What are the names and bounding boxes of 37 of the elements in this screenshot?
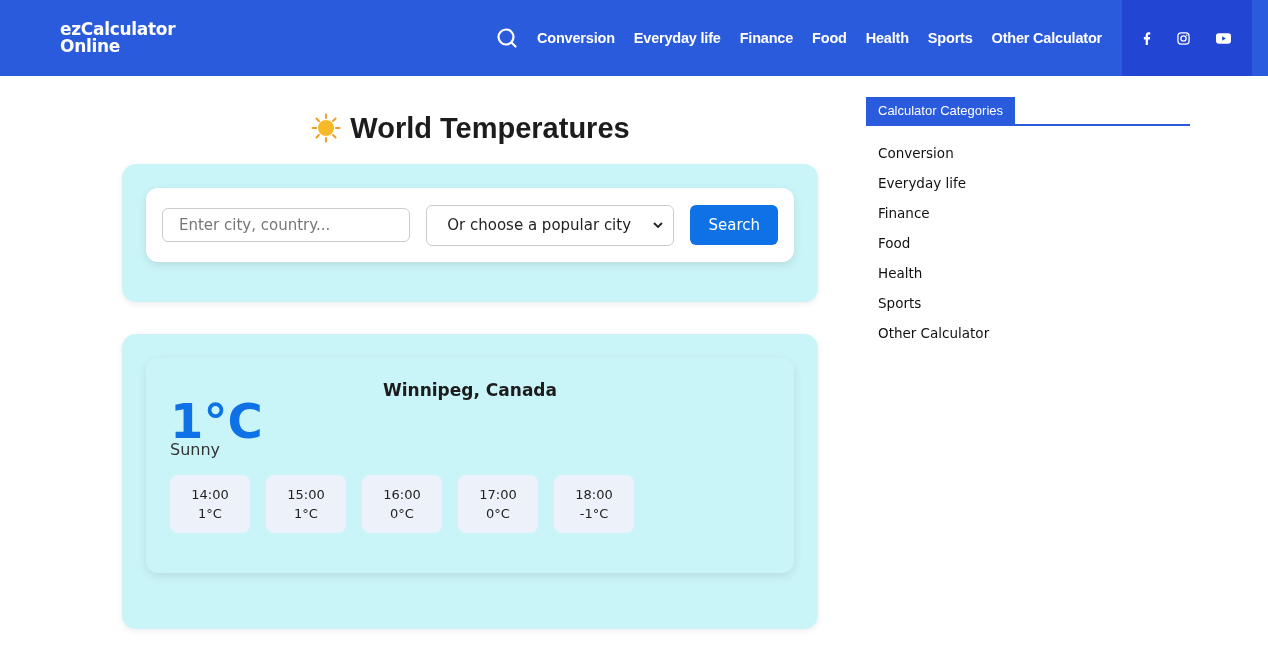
category-link[interactable]: Finance [866, 198, 942, 228]
forecast-time: 16:00 [383, 487, 421, 502]
forecast-temperature: 0°C [390, 506, 414, 521]
category-link[interactable]: Sports [866, 288, 934, 318]
category-link[interactable]: Everyday life [866, 168, 979, 198]
city-dropdown[interactable]: Or choose a popular city [426, 204, 675, 246]
forecast-temperature: 0°C [486, 506, 510, 521]
forecast-temperature: 1°C [198, 506, 222, 521]
nav-link[interactable]: Food [812, 30, 847, 46]
category-link[interactable]: Conversion [866, 138, 966, 168]
category-link[interactable]: Health [866, 258, 935, 288]
site-logo[interactable]: ezCalculator Online [60, 21, 176, 55]
chevron-icon [653, 221, 664, 229]
nav-link[interactable]: Everyday life [633, 30, 721, 46]
category-link[interactable]: Other Calculator [866, 318, 1002, 348]
forecast-time: 14:00 [191, 487, 229, 502]
nav-link[interactable]: Sports [927, 30, 973, 46]
instagram-icon[interactable] [1177, 31, 1190, 45]
forecast-time: 18:00 [575, 487, 613, 502]
nav-link[interactable]: Other Calculator [991, 30, 1102, 46]
search-button[interactable]: Search [690, 205, 778, 245]
nav-link[interactable]: Health [865, 30, 909, 46]
facebook-icon[interactable] [1143, 31, 1151, 45]
forecast-temperature: -1°C [579, 506, 609, 521]
forecast-temperature: 1°C [294, 506, 318, 521]
nav-link[interactable]: Finance [739, 30, 794, 46]
category-link[interactable]: Food [866, 228, 923, 258]
page-title: World Temperatures [350, 111, 630, 145]
nav-link[interactable]: Conversion [537, 30, 615, 46]
sun-icon [310, 112, 343, 144]
video-play-icon[interactable] [1216, 32, 1231, 44]
location-name: Winnipeg, Canada [382, 380, 558, 400]
search-icon[interactable] [496, 27, 519, 49]
city-input-field[interactable]: Enter city, country... [162, 208, 411, 242]
forecast-time: 17:00 [479, 487, 517, 502]
forecast-time: 15:00 [287, 487, 325, 502]
sidebar-heading: Calculator Categories [866, 97, 1015, 124]
